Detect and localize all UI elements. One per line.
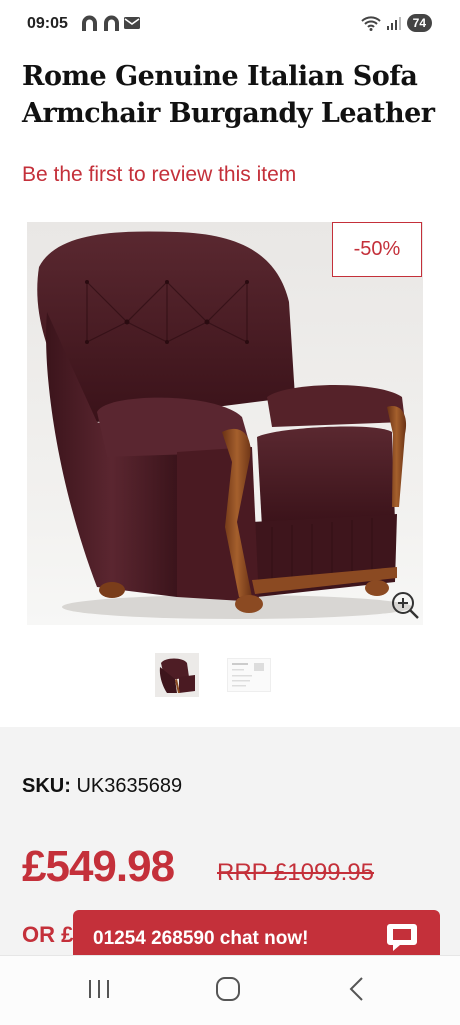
document-thumbnail-icon	[232, 663, 264, 687]
battery-indicator: 74	[406, 14, 432, 32]
wifi-icon	[360, 16, 381, 31]
rrp-price: RRP £1099.95	[217, 859, 375, 886]
sale-price: £549.98	[22, 842, 175, 891]
status-time: 09:05	[27, 15, 68, 32]
chat-now-button[interactable]: 01254 268590 chat now!	[73, 910, 440, 960]
notification-arch-icon	[82, 15, 97, 31]
product-title: Rome Genuine Italian Sofa Armchair Burga…	[22, 61, 435, 129]
image-thumbnails	[0, 650, 460, 700]
thumbnail-spec-sheet[interactable]	[227, 658, 271, 692]
mail-icon	[124, 17, 140, 29]
recent-apps-icon[interactable]	[87, 978, 111, 1000]
chat-bubble-icon	[387, 924, 417, 951]
status-bar: 09:05 74	[0, 0, 460, 50]
signal-icon	[386, 17, 401, 30]
chat-label: 01254 268590 chat now!	[93, 928, 309, 949]
sku-value: UK3635689	[76, 775, 183, 797]
zoom-in-icon[interactable]	[390, 590, 420, 620]
review-link[interactable]: Be the first to review this item	[22, 163, 296, 187]
thumbnail-armchair[interactable]	[155, 653, 199, 697]
back-icon[interactable]	[346, 976, 368, 1002]
sku-label: SKU:	[22, 775, 71, 797]
sku-line: SKU: UK3635689	[22, 775, 182, 798]
notification-icons	[80, 15, 140, 31]
finance-prefix: OR £	[22, 922, 74, 947]
notification-arch-icon	[104, 15, 119, 31]
armchair-image	[37, 231, 412, 619]
system-icons: 74	[360, 14, 432, 32]
system-navigation-bar	[0, 955, 460, 1025]
home-icon[interactable]	[215, 976, 241, 1002]
product-main-image[interactable]	[27, 222, 423, 625]
discount-badge: -50%	[332, 222, 422, 277]
